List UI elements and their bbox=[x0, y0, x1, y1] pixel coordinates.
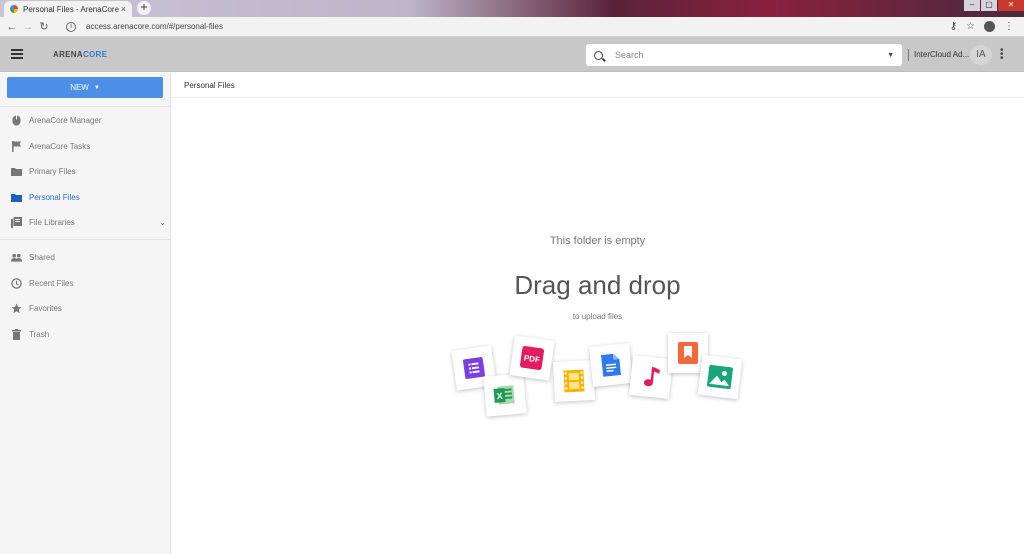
library-icon bbox=[11, 216, 22, 228]
breadcrumb[interactable]: Personal Files bbox=[171, 73, 1024, 98]
sidebar-item-arenacore-tasks[interactable]: ArenaCore Tasks bbox=[11, 139, 166, 153]
sidebar-item-arenacore-manager[interactable]: ArenaCore Manager bbox=[11, 113, 166, 127]
empty-folder-message: This folder is empty bbox=[549, 235, 646, 247]
back-icon[interactable]: ← bbox=[4, 21, 20, 33]
sidebar-item-personal-files[interactable]: Personal Files bbox=[11, 190, 166, 204]
folder-icon bbox=[11, 192, 22, 203]
sidebar-item-trash[interactable]: Trash bbox=[11, 327, 166, 341]
clock-icon bbox=[11, 277, 22, 289]
upload-hint: to upload files bbox=[572, 312, 623, 321]
sidebar-divider bbox=[0, 239, 170, 240]
menu-icon[interactable] bbox=[11, 49, 23, 59]
music-icon bbox=[629, 355, 673, 399]
spreadsheet-icon: X bbox=[483, 373, 527, 417]
image-icon bbox=[697, 354, 743, 400]
key-icon[interactable]: ⚷ bbox=[950, 21, 957, 32]
sidebar-item-primary-files[interactable]: Primary Files bbox=[11, 164, 166, 178]
star-icon bbox=[11, 303, 22, 314]
search-icon bbox=[594, 50, 603, 60]
sidebar-divider bbox=[0, 106, 170, 107]
video-icon bbox=[552, 359, 596, 403]
document-icon bbox=[589, 343, 633, 387]
info-icon[interactable]: i bbox=[66, 21, 76, 32]
svg-text:X: X bbox=[496, 391, 503, 401]
people-icon bbox=[11, 252, 22, 263]
browser-tab[interactable]: Personal Files - ArenaCore × bbox=[4, 1, 132, 17]
drag-drop-title: Drag and drop bbox=[514, 270, 681, 300]
sidebar-item-file-libraries[interactable]: File Libraries ⌄ bbox=[11, 215, 166, 229]
browser-menu-icon[interactable]: ⋮ bbox=[1004, 21, 1014, 32]
url-field[interactable]: i access.arenacore.com/#/personal-files bbox=[66, 21, 950, 32]
user-divider bbox=[908, 49, 909, 61]
flag-icon bbox=[11, 140, 22, 152]
favicon-icon bbox=[10, 5, 18, 13]
sidebar-item-recent-files[interactable]: Recent Files bbox=[11, 276, 166, 290]
trash-icon bbox=[11, 328, 22, 340]
address-bar: ← → ↻ i access.arenacore.com/#/personal-… bbox=[0, 17, 1024, 37]
search-placeholder: Search bbox=[615, 50, 644, 60]
profile-icon[interactable] bbox=[984, 21, 995, 32]
tab-close-icon[interactable]: × bbox=[121, 4, 126, 14]
forward-icon[interactable]: → bbox=[20, 21, 36, 33]
app-header: ARENACORE Search ▼ InterCloud Ad... IA •… bbox=[0, 37, 1024, 72]
chevron-down-icon[interactable]: ⌄ bbox=[159, 218, 166, 227]
maximize-button[interactable]: ▢ bbox=[981, 0, 997, 11]
new-button[interactable]: NEW ▼ bbox=[7, 77, 163, 98]
search-dropdown-icon[interactable]: ▼ bbox=[887, 52, 894, 59]
sidebar: NEW ▼ ArenaCore Manager ArenaCore Tasks P… bbox=[0, 73, 171, 554]
avatar[interactable]: IA bbox=[970, 45, 992, 65]
window-controls: – ▢ ✕ bbox=[963, 0, 1024, 11]
tab-title: Personal Files - ArenaCore bbox=[23, 4, 120, 14]
minimize-button[interactable]: – bbox=[964, 0, 980, 11]
browser-tabstrip: Personal Files - ArenaCore × + – ▢ ✕ bbox=[0, 0, 1024, 17]
reload-icon[interactable]: ↻ bbox=[36, 20, 52, 33]
pdf-icon: PDF bbox=[509, 335, 555, 381]
url-text: access.arenacore.com/#/personal-files bbox=[86, 22, 223, 31]
window-close-button[interactable]: ✕ bbox=[998, 0, 1024, 11]
new-tab-button[interactable]: + bbox=[137, 1, 151, 15]
search-input[interactable]: Search ▼ bbox=[586, 44, 902, 66]
user-name[interactable]: InterCloud Ad... bbox=[914, 50, 969, 59]
sidebar-item-shared[interactable]: Shared bbox=[11, 250, 166, 264]
folder-icon bbox=[11, 166, 22, 177]
mouse-icon bbox=[11, 115, 22, 126]
content-area: Personal Files This folder is empty Drag… bbox=[171, 73, 1024, 554]
bookmark-star-icon[interactable]: ☆ bbox=[966, 21, 975, 32]
more-options-icon[interactable]: • • • bbox=[1000, 46, 1004, 64]
app-logo[interactable]: ARENACORE bbox=[53, 50, 107, 59]
sidebar-item-favorites[interactable]: Favorites bbox=[11, 301, 166, 315]
new-dropdown-icon: ▼ bbox=[93, 84, 100, 91]
